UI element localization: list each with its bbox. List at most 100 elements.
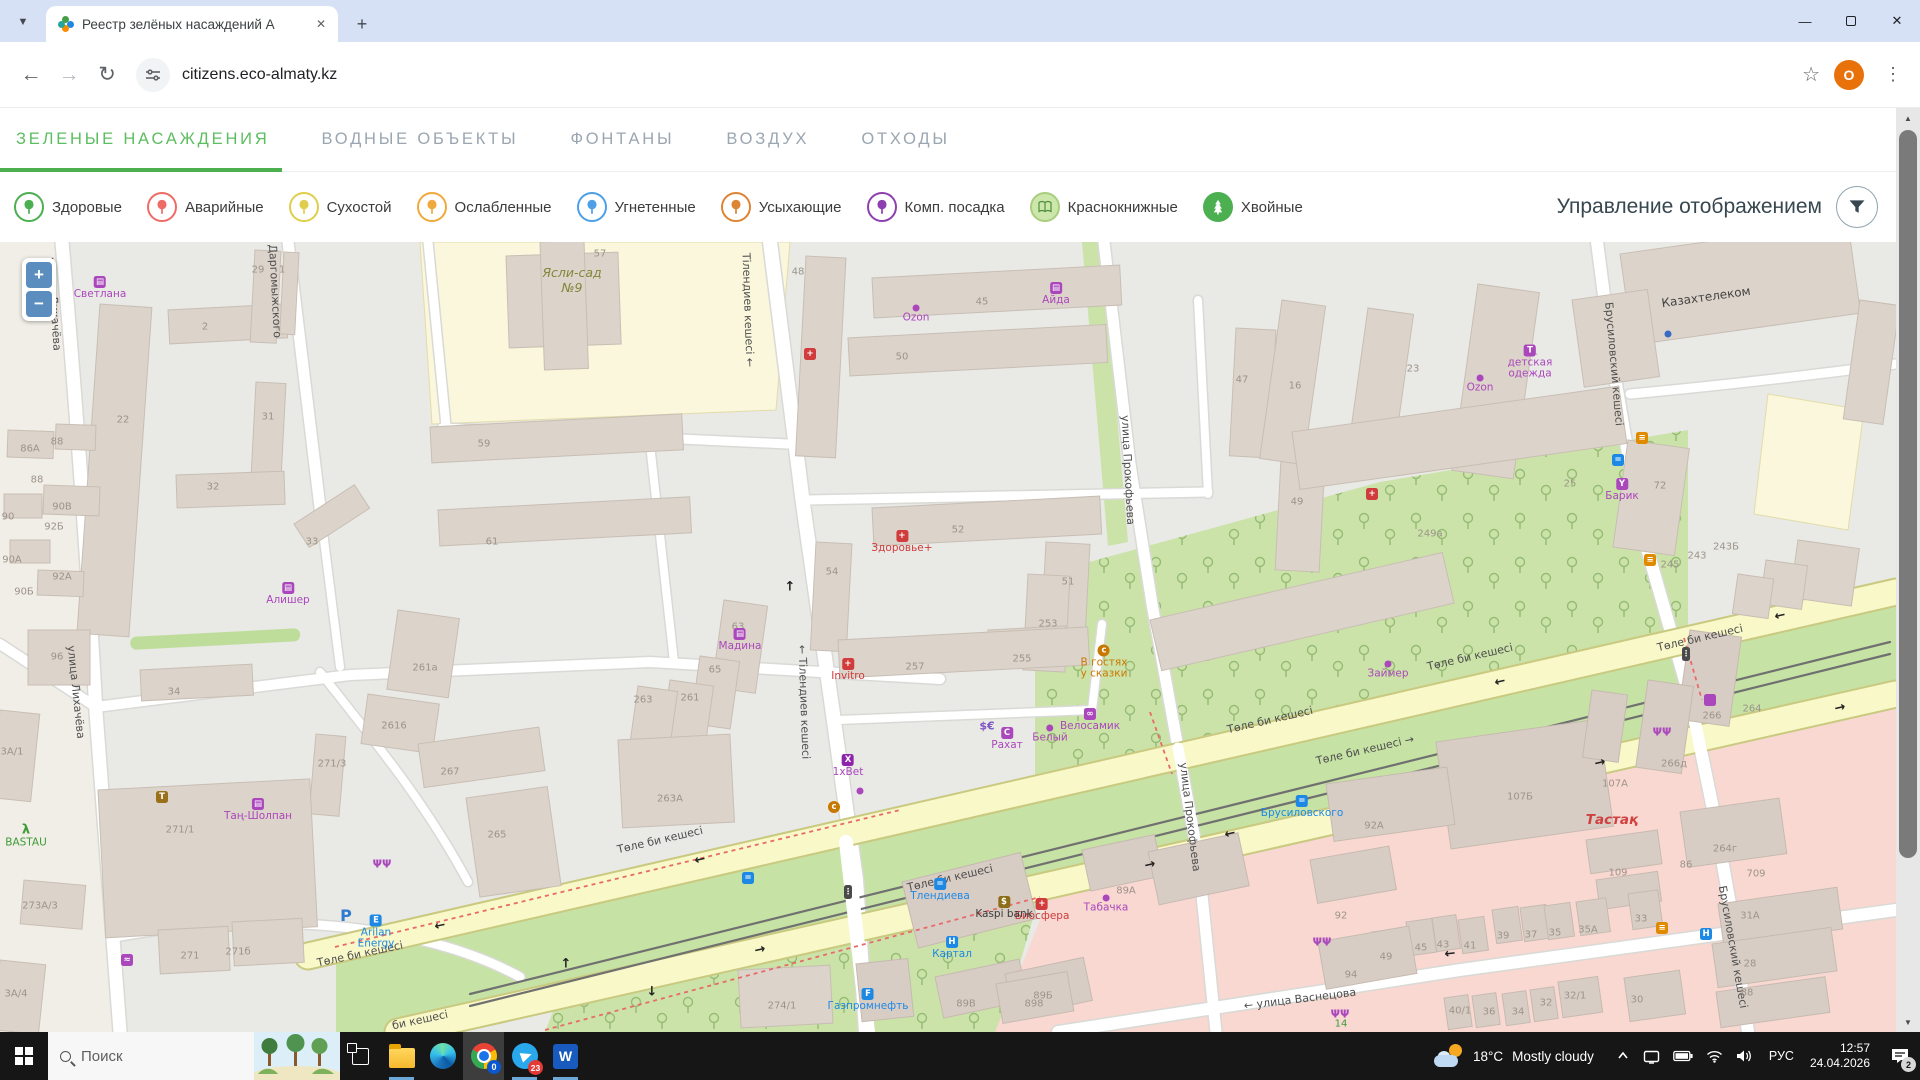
- search-highlight-image[interactable]: [254, 1032, 340, 1080]
- taskbar-clock[interactable]: 12:57 24.04.2026: [1800, 1041, 1880, 1071]
- legend-item-2[interactable]: Сухостой: [288, 192, 392, 222]
- building-number: 35А: [1578, 924, 1598, 936]
- wifi-icon[interactable]: [1706, 1050, 1723, 1063]
- building-number: 88: [50, 436, 64, 448]
- tray-chevron-icon[interactable]: [1616, 1049, 1630, 1063]
- forward-icon[interactable]: →: [50, 56, 88, 94]
- nav-tab-4[interactable]: ОТХОДЫ: [861, 108, 949, 171]
- map-poi: λ BASTAU: [5, 824, 47, 849]
- site-info-icon[interactable]: [136, 57, 170, 92]
- word-button[interactable]: W: [545, 1032, 586, 1080]
- url-text[interactable]: citizens.eco-almaty.kz: [182, 66, 337, 84]
- poi-busstop-icon: =: [742, 872, 754, 884]
- building-number: 709: [1746, 868, 1766, 880]
- legend-item-3[interactable]: Ослабленные: [416, 192, 552, 222]
- window-close-button[interactable]: ✕: [1874, 0, 1920, 42]
- zoom-out-button[interactable]: −: [26, 291, 52, 317]
- poi-hotel-icon: H: [945, 936, 958, 948]
- legend-item-7[interactable]: Краснокнижные: [1029, 192, 1178, 222]
- notification-center-button[interactable]: 2: [1880, 1032, 1920, 1080]
- page-scrollbar[interactable]: ▲ ▼: [1896, 108, 1920, 1032]
- window-minimize-button[interactable]: —: [1782, 0, 1828, 42]
- poi-busstop-icon: =: [1295, 795, 1308, 807]
- legend-item-0[interactable]: Здоровые: [14, 192, 122, 222]
- weather-condition: Mostly cloudy: [1512, 1048, 1594, 1064]
- tab-close-icon[interactable]: ✕: [312, 15, 330, 33]
- poi-label: Айда: [1042, 294, 1070, 306]
- edge-button[interactable]: [422, 1032, 463, 1080]
- building-number: 94: [1344, 969, 1358, 981]
- map-poi: $ Kaspi bank: [975, 896, 1033, 920]
- nav-tab-1[interactable]: ВОДНЫЕ ОБЪЕКТЫ: [322, 108, 519, 171]
- chrome-button[interactable]: 0: [463, 1032, 504, 1080]
- window-maximize-button[interactable]: [1828, 0, 1874, 42]
- site-navigation: ЗЕЛЕНЫЕ НАСАЖДЕНИЯ ВОДНЫЕ ОБЪЕКТЫ ФОНТАНЫ В…: [0, 108, 1896, 172]
- profile-avatar[interactable]: O: [1834, 59, 1864, 90]
- address-bar[interactable]: citizens.eco-almaty.kz: [136, 55, 1802, 95]
- legend-item-8[interactable]: Хвойные: [1202, 192, 1303, 222]
- nav-tab-2[interactable]: ФОНТАНЫ: [570, 108, 674, 171]
- reload-icon[interactable]: ↻: [88, 56, 126, 94]
- scrollbar-down-icon[interactable]: ▼: [1896, 1012, 1920, 1032]
- poi-pharm-icon: +: [895, 530, 908, 542]
- scrollbar-thumb[interactable]: [1899, 130, 1917, 858]
- scrollbar-up-icon[interactable]: ▲: [1896, 108, 1920, 128]
- legend-item-6[interactable]: Комп. посадка: [866, 192, 1005, 222]
- building-number: 92А: [52, 571, 72, 583]
- road-direction-arrow: ↓: [646, 984, 658, 1000]
- clock-date: 24.04.2026: [1809, 1056, 1870, 1070]
- bookmark-star-icon[interactable]: ☆: [1802, 62, 1820, 87]
- legend-outline-icon: [14, 192, 44, 222]
- map-poi: [1704, 694, 1716, 706]
- map-poi: ∞ Велосамик: [1060, 708, 1120, 732]
- browser-toolbar: ← → ↻ citizens.eco-almaty.kz ☆ O ⋮: [0, 42, 1920, 108]
- tablet-mode-icon[interactable]: [1643, 1049, 1660, 1064]
- browser-menu-icon[interactable]: ⋮: [1878, 64, 1908, 85]
- file-explorer-icon: [388, 1043, 415, 1068]
- legend-item-4[interactable]: Угнетенные: [576, 192, 696, 222]
- file-explorer-button[interactable]: [381, 1032, 422, 1080]
- zoom-in-button[interactable]: +: [26, 262, 52, 288]
- new-tab-button[interactable]: +: [348, 10, 376, 38]
- map-canvas[interactable]: улица Лихачёваулица Лихачёваулица Даргом…: [0, 242, 1896, 1032]
- street-label: Ясли-сад №9: [542, 265, 602, 295]
- browser-tab[interactable]: Реестр зелёных насаждений А ✕: [46, 6, 338, 42]
- taskbar-weather[interactable]: 18°C Mostly cloudy: [1422, 1044, 1606, 1068]
- building-number: 249а: [1417, 528, 1443, 540]
- back-icon[interactable]: ←: [12, 56, 50, 94]
- map-poi: ▤ Светлана: [74, 276, 126, 300]
- map-poi: ⋮: [844, 885, 852, 899]
- legend-item-1[interactable]: Аварийные: [146, 192, 264, 222]
- poi-pharm-icon: +: [841, 658, 854, 670]
- battery-icon[interactable]: [1673, 1050, 1693, 1062]
- poi-label: В гостях у сказки: [1080, 656, 1128, 680]
- legend-outline-icon: [720, 192, 751, 222]
- taskbar-search-input[interactable]: Поиск: [48, 1032, 340, 1080]
- street-label: Төле би кешесі: [1425, 640, 1515, 674]
- language-indicator[interactable]: РУС: [1763, 1049, 1800, 1063]
- volume-icon[interactable]: [1736, 1049, 1753, 1063]
- weather-icon: [1433, 1044, 1464, 1068]
- start-button[interactable]: [0, 1032, 48, 1080]
- nav-tab-3[interactable]: ВОЗДУХ: [726, 108, 809, 171]
- building-number: 261а: [412, 662, 438, 674]
- telegram-button[interactable]: 23: [504, 1032, 545, 1080]
- filter-button[interactable]: [1836, 186, 1878, 228]
- map-poi: c: [828, 801, 840, 813]
- building-number: 39: [1496, 930, 1510, 942]
- legend-item-5[interactable]: Усыхающие: [720, 192, 842, 222]
- tab-search-chevron-icon[interactable]: ▼: [10, 9, 36, 35]
- legend-label: Комп. посадка: [904, 198, 1005, 216]
- nav-tab-0[interactable]: ЗЕЛЕНЫЕ НАСАЖДЕНИЯ: [0, 108, 282, 172]
- building-number: 41: [1463, 940, 1477, 952]
- poi-bar-icon: Y: [1616, 478, 1628, 490]
- word-icon: W: [553, 1043, 578, 1069]
- building-number: 273А/3: [22, 900, 58, 912]
- map-poi: [1664, 330, 1672, 338]
- task-view-button[interactable]: [340, 1032, 381, 1080]
- building-number: 266: [1702, 710, 1722, 722]
- poi-taxi-icon: T: [156, 791, 168, 803]
- poi-label: Таң-Шолпан: [223, 810, 293, 822]
- map-poi: Tдетская одежда: [1508, 344, 1552, 380]
- building-number: 36: [1482, 1006, 1496, 1018]
